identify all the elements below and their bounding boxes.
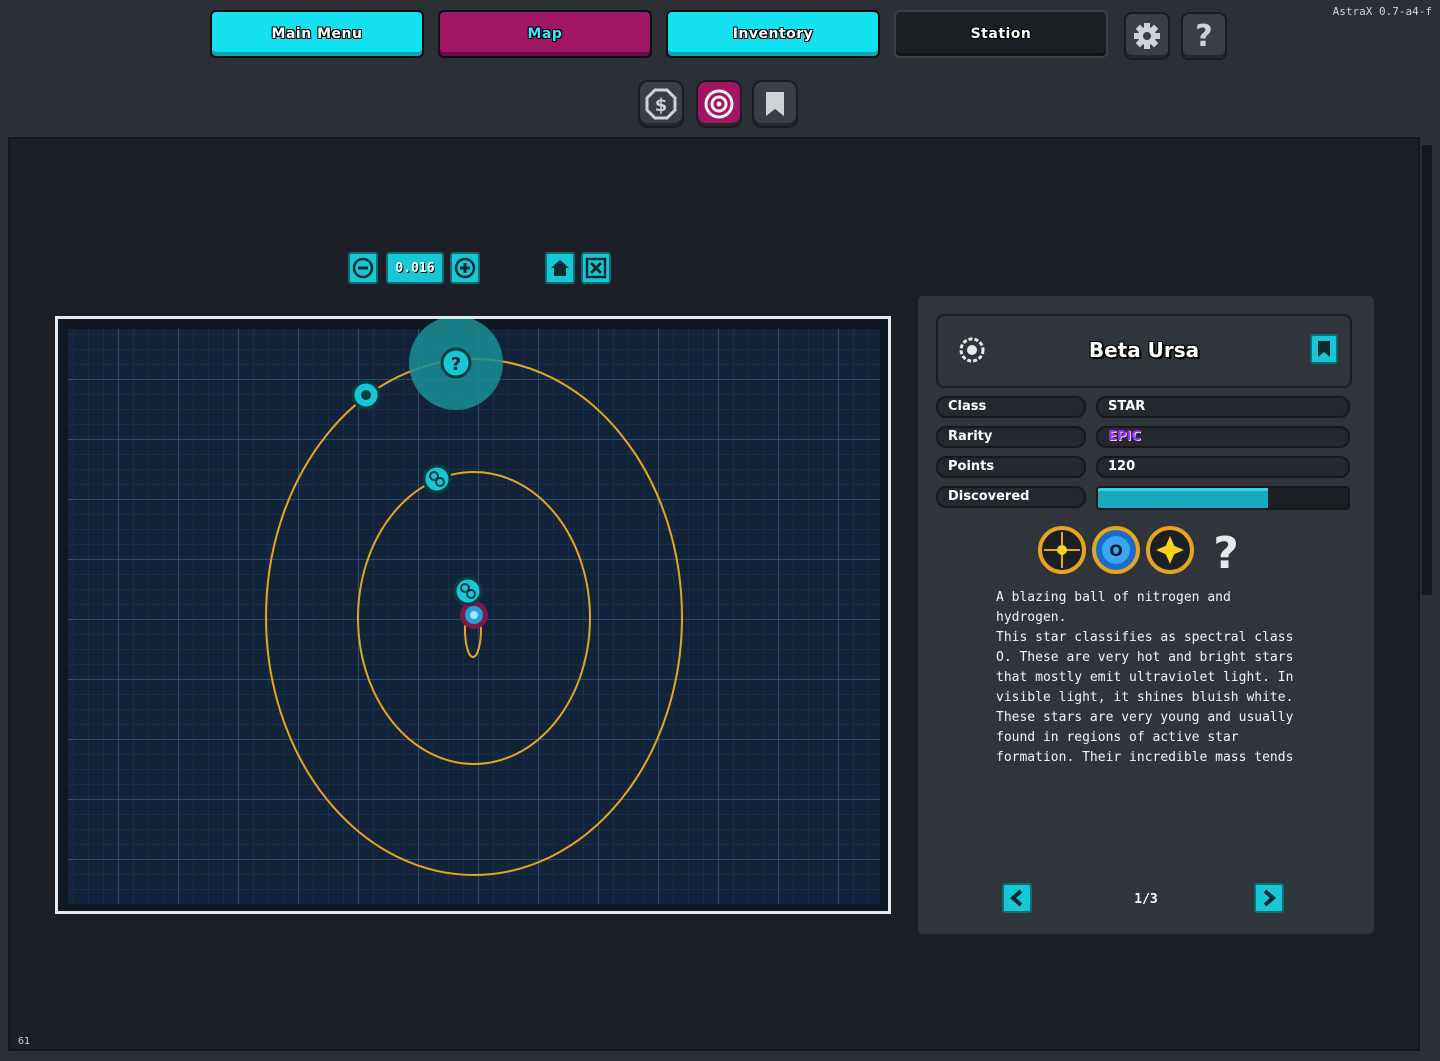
zoom-in-button[interactable] [450, 252, 480, 284]
discovered-label: Discovered [936, 486, 1086, 508]
points-value: 120 [1096, 456, 1350, 478]
next-page-button[interactable] [1254, 883, 1284, 913]
bright-badge-icon [1146, 526, 1194, 574]
tab-inventory[interactable]: Inventory [666, 10, 880, 58]
moon-marker[interactable] [453, 576, 483, 606]
bookmark-icon [1318, 341, 1330, 357]
close-map-button[interactable] [581, 252, 611, 284]
svg-text:O: O [1109, 541, 1123, 560]
class-value: STAR [1096, 396, 1350, 418]
discovered-progress-bar [1096, 486, 1350, 510]
points-label: Points [936, 456, 1086, 478]
class-o-badge-icon: O [1092, 526, 1140, 574]
minus-icon [352, 257, 374, 279]
info-header: Beta Ursa [936, 314, 1352, 388]
object-description: A blazing ball of nitrogen and hydrogen.… [996, 590, 1294, 765]
chevron-right-icon [1263, 889, 1277, 907]
star-badge-icon [1038, 526, 1086, 574]
plus-icon [454, 257, 476, 279]
svg-text:?: ? [451, 354, 461, 375]
target-button[interactable] [696, 80, 742, 128]
rarity-value: EPIC [1096, 426, 1350, 448]
badges: O ? [1038, 526, 1239, 576]
target-icon [704, 89, 734, 119]
tab-station[interactable]: Station [894, 10, 1108, 58]
unknown-body-marker[interactable]: ? [440, 347, 472, 379]
discovered-progress-fill [1098, 488, 1268, 508]
zoom-out-button[interactable] [348, 252, 378, 284]
class-label: Class [936, 396, 1086, 418]
unknown-badge-icon: ? [1213, 528, 1239, 576]
bookmark-object-button[interactable] [1310, 334, 1338, 364]
tab-map[interactable]: Map [438, 10, 652, 58]
gear-icon [1134, 23, 1160, 49]
home-icon [551, 260, 569, 276]
help-button[interactable]: ? [1181, 12, 1227, 60]
info-panel: Beta Ursa Class STAR Rarity EPIC Points … [915, 293, 1377, 937]
asteroid-marker[interactable] [422, 464, 452, 494]
planet-marker[interactable] [351, 380, 381, 410]
rarity-label: Rarity [936, 426, 1086, 448]
central-star[interactable] [460, 601, 488, 629]
object-name: Beta Ursa [1088, 338, 1200, 362]
currency-icon: $ [645, 88, 677, 120]
zoom-level: 0.016 [386, 252, 444, 284]
home-button[interactable] [545, 252, 575, 284]
bookmark-button[interactable] [752, 80, 798, 128]
svg-text:$: $ [655, 95, 668, 116]
fps-counter: 61 [18, 1036, 31, 1047]
bookmark-icon [766, 92, 784, 116]
scrollbar[interactable] [1422, 145, 1432, 595]
help-label: ? [1195, 18, 1213, 54]
star-map[interactable]: ? [55, 316, 891, 914]
version-label: AstraX 0.7-a4-f [1332, 5, 1432, 18]
close-icon [585, 257, 607, 279]
currency-button[interactable]: $ [638, 80, 684, 128]
tab-main-menu[interactable]: Main Menu [210, 10, 424, 58]
page-indicator: 1/3 [1134, 892, 1158, 907]
settings-button[interactable] [1124, 12, 1170, 60]
